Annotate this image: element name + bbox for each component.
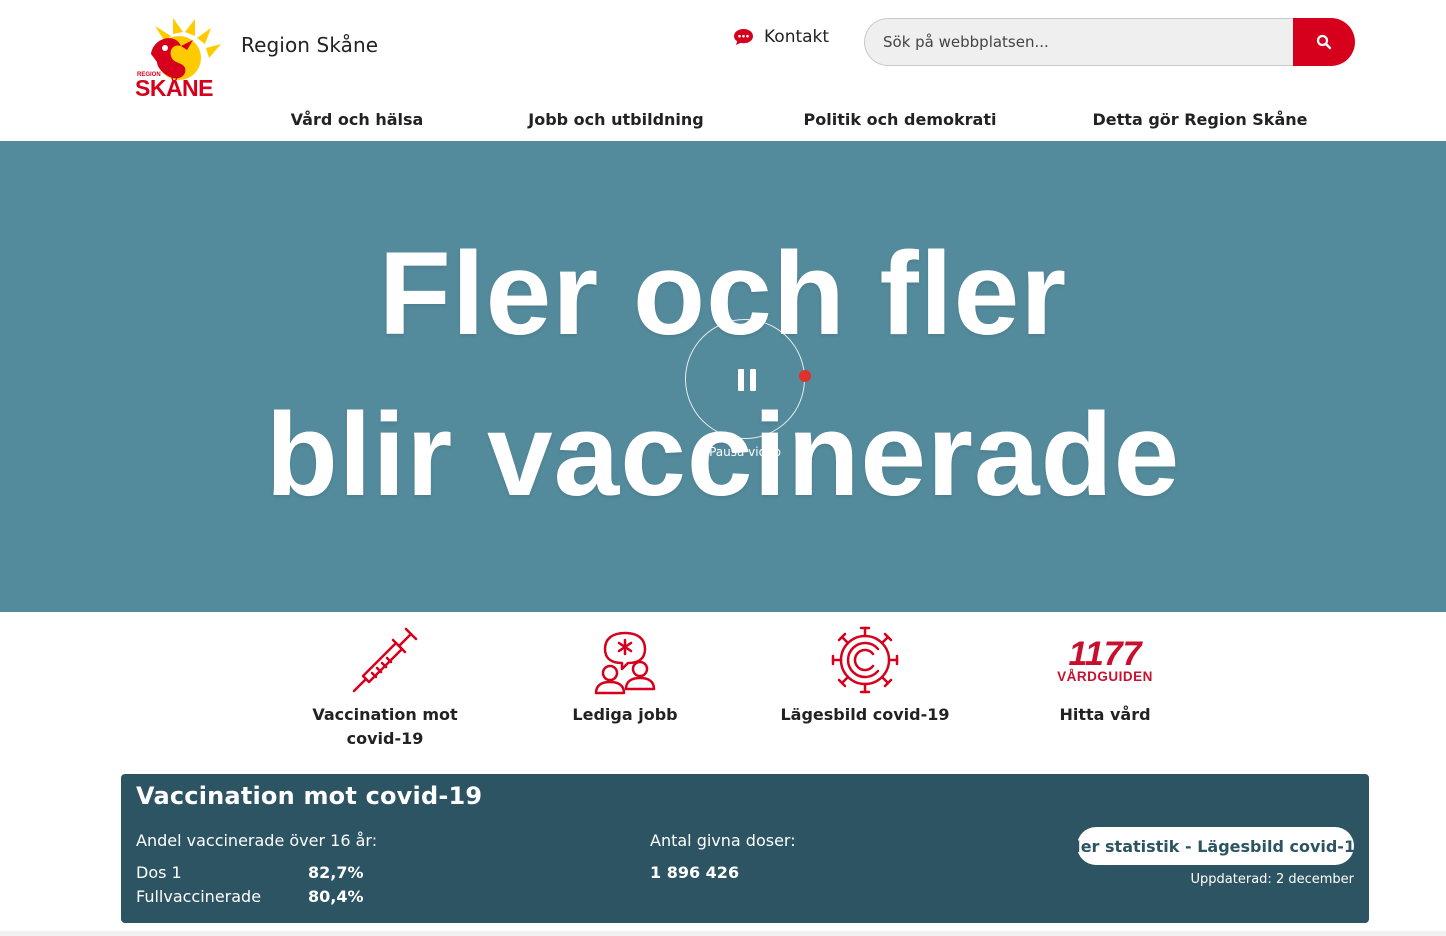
- doses-given-value: 1 896 426: [650, 863, 740, 882]
- site-search: [864, 18, 1355, 66]
- syringe-icon: [352, 627, 418, 693]
- svg-text:VÅRDGUIDEN: VÅRDGUIDEN: [1057, 669, 1153, 684]
- fully-vaccinated-value: 80,4%: [308, 887, 364, 906]
- chat-bubble-icon: [734, 29, 753, 45]
- video-progress-indicator: [799, 370, 811, 382]
- nav-item-vard-och-halsa[interactable]: Vård och hälsa: [291, 110, 424, 129]
- nav-item-jobb-och-utbildning[interactable]: Jobb och utbildning: [528, 110, 704, 129]
- quick-link-vaccination[interactable]: Vaccination mot covid-19: [285, 625, 485, 751]
- hero-video: Fler och fler blir vaccinerade Pausa vid…: [0, 141, 1446, 612]
- brand-name[interactable]: Region Skåne: [241, 33, 378, 57]
- site-header: REGION SKÅNE Region Skåne Kontakt Vård o…: [0, 0, 1446, 140]
- quick-link-lediga-jobb[interactable]: Lediga jobb: [525, 625, 725, 727]
- pause-video-label: Pausa video: [709, 445, 781, 459]
- svg-text:SKÅNE: SKÅNE: [135, 74, 213, 100]
- people-chat-icon: [594, 631, 656, 695]
- svg-text:1177: 1177: [1068, 635, 1143, 673]
- share-vaccinated-label: Andel vaccinerade över 16 år:: [136, 831, 378, 850]
- search-icon: [1316, 34, 1332, 50]
- quick-link-hitta-vard[interactable]: 1177 VÅRDGUIDEN Hitta vård: [1005, 625, 1205, 727]
- quick-link-lagesbild[interactable]: Lägesbild covid-19: [765, 625, 965, 727]
- search-button[interactable]: [1293, 18, 1355, 66]
- contact-label: Kontakt: [764, 27, 830, 47]
- region-skane-logo[interactable]: REGION SKÅNE: [135, 18, 225, 101]
- doses-given-label: Antal givna doser:: [650, 831, 796, 850]
- pause-icon: [738, 369, 758, 391]
- more-statistics-button[interactable]: Mer statistik - Lägesbild covid-19: [1065, 827, 1366, 865]
- quick-link-label: Lägesbild covid-19: [780, 705, 950, 724]
- quick-link-label: Hitta vård: [1059, 705, 1151, 724]
- quick-link-label: Vaccination mot covid-19: [312, 705, 458, 748]
- nav-item-detta-gor-region-skane[interactable]: Detta gör Region Skåne: [1093, 110, 1308, 129]
- vaccination-stats-panel: Vaccination mot covid-19 Andel vaccinera…: [121, 774, 1369, 923]
- 1177-vardguiden-logo: 1177 VÅRDGUIDEN: [1057, 635, 1153, 684]
- main-nav: Vård och hälsa Jobb och utbildning Polit…: [0, 110, 1446, 134]
- page-bottom-divider: [0, 931, 1446, 936]
- panel-title: Vaccination mot covid-19: [136, 782, 483, 810]
- quick-links: Vaccination mot covid-19 Lediga jobb Läg…: [0, 625, 1446, 755]
- nav-item-politik-och-demokrati[interactable]: Politik och demokrati: [804, 110, 997, 129]
- updated-date: Uppdaterad: 2 december: [1190, 872, 1354, 887]
- virus-icon: [831, 626, 899, 694]
- contact-link[interactable]: Kontakt: [733, 27, 829, 47]
- dose-1-label: Dos 1: [136, 863, 182, 882]
- quick-link-label: Lediga jobb: [572, 705, 678, 724]
- search-input[interactable]: [864, 18, 1293, 66]
- dose-1-value: 82,7%: [308, 863, 364, 882]
- fully-vaccinated-label: Fullvaccinerade: [136, 887, 262, 906]
